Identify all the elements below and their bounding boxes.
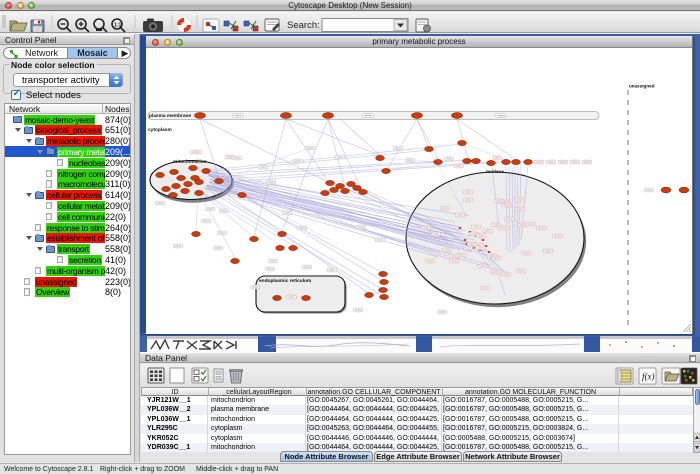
svg-text:nucleus: nucleus	[486, 169, 504, 175]
svg-text:unassigned: unassigned	[629, 84, 655, 89]
svg-text:plasma membrane: plasma membrane	[149, 113, 191, 119]
svg-text:Search:: Search:	[287, 20, 320, 31]
svg-text:cytoplasm: cytoplasm	[148, 127, 172, 133]
svg-text:endoplasmic reticulum: endoplasmic reticulum	[259, 278, 311, 284]
svg-text:mitochondrion: mitochondrion	[173, 159, 207, 165]
svg-text:f(x): f(x)	[642, 372, 655, 382]
svg-text:1:1: 1:1	[114, 23, 121, 29]
